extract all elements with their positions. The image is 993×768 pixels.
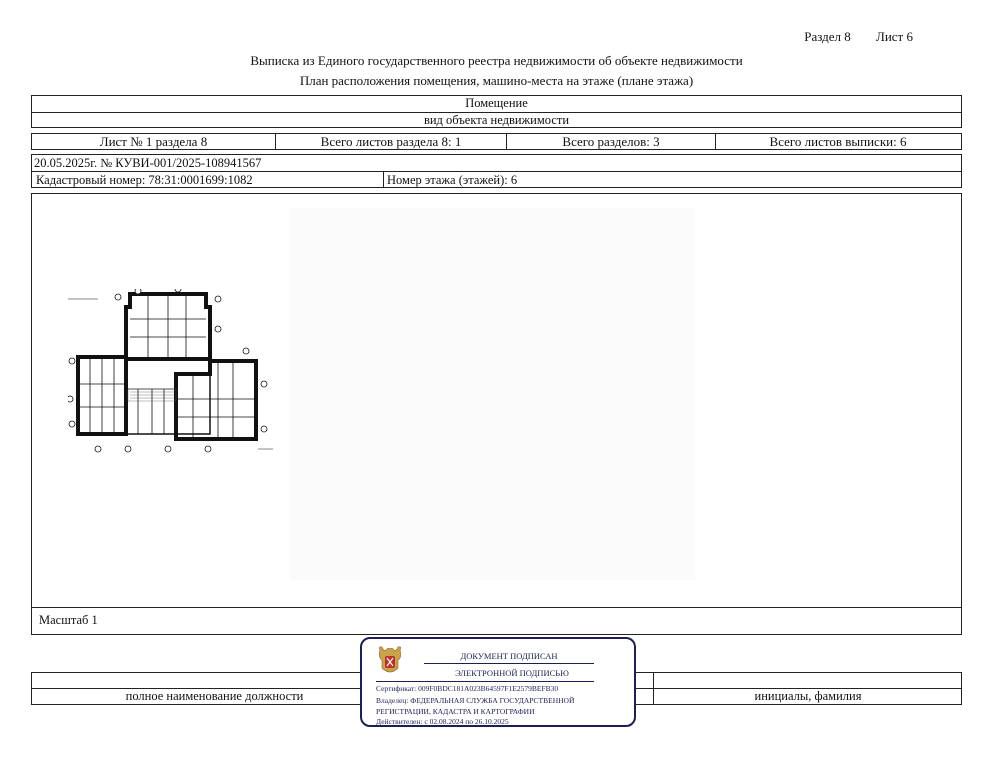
coat-of-arms-icon (379, 646, 401, 673)
scale-separator (32, 607, 961, 608)
stamp-separator-2 (376, 681, 594, 682)
document-subtitle: План расположения помещения, машино-мест… (299, 73, 694, 88)
floor-plan-panel: Масштаб 1 (31, 193, 962, 635)
sheet-number: Лист № 1 раздела 8 (32, 134, 276, 149)
section-sheet-header: Раздел 8 Лист 6 (782, 29, 913, 45)
electronic-signature-stamp: ДОКУМЕНТ ПОДПИСАН ЭЛЕКТРОННОЙ ПОДПИСЬЮ С… (360, 637, 636, 727)
total-sections: Всего разделов: 3 (507, 134, 716, 149)
total-section-sheets: Всего листов раздела 8: 1 (276, 134, 507, 149)
object-type-value: Помещение (465, 96, 528, 110)
stamp-certificate: Сертификат: 009F0BDC181A023B64597F1E2579… (376, 684, 559, 693)
scale-label: Масштаб 1 (39, 613, 98, 627)
stamp-owner-2: РЕГИСТРАЦИИ, КАДАСТРА И КАРТОГРАФИИ (376, 707, 535, 716)
cadastral-number: Кадастровый номер: 78:31:0001699:1082 (34, 172, 384, 188)
date-number: 20.05.2025г. № КУВИ-001/2025-108941567 (34, 156, 262, 170)
floor-number: Номер этажа (этажей): 6 (387, 173, 518, 187)
floor-plan-drawing (68, 289, 273, 453)
document-title: Выписка из Единого государственного реес… (250, 53, 743, 68)
stamp-line1: ДОКУМЕНТ ПОДПИСАН (460, 651, 558, 661)
position-label: полное наименование должности (125, 689, 304, 703)
stamp-separator-1 (424, 663, 594, 664)
stamp-owner-1: Владелец: ФЕДЕРАЛЬНАЯ СЛУЖБА ГОСУДАРСТВЕ… (376, 696, 575, 705)
cadastral-floor-row: Кадастровый номер: 78:31:0001699:1082 Но… (32, 171, 961, 188)
plan-background-area (290, 208, 695, 580)
object-type-label: вид объекта недвижимости (32, 111, 961, 129)
sheet-label: Лист 6 (876, 29, 913, 44)
initials-label: инициалы, фамилия (754, 689, 862, 703)
total-extract-sheets: Всего листов выписки: 6 (769, 134, 907, 149)
section-label: Раздел 8 (804, 29, 851, 44)
object-type-table: Помещение вид объекта недвижимости (31, 95, 962, 128)
doc-info-table: 20.05.2025г. № КУВИ-001/2025-108941567 К… (31, 154, 962, 188)
signature-divider (653, 672, 654, 705)
sheets-table: Лист № 1 раздела 8 Всего листов раздела … (31, 133, 962, 150)
stamp-valid: Действителен: с 02.08.2024 по 26.10.2025 (376, 717, 509, 726)
stamp-line2: ЭЛЕКТРОННОЙ ПОДПИСЬЮ (455, 668, 569, 678)
